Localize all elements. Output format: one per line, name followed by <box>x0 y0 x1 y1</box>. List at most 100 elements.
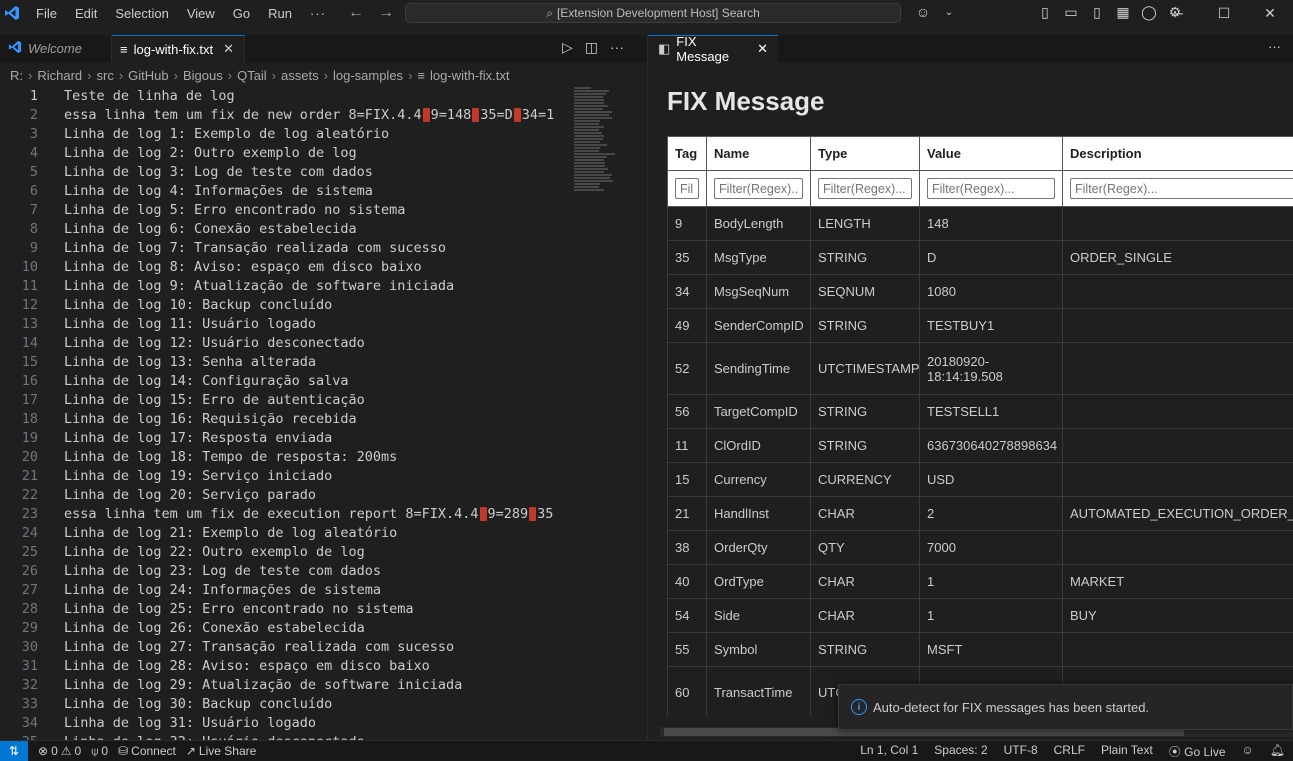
code-line[interactable]: 27 Linha de log 24: Informações de sistem… <box>0 581 572 600</box>
code-line[interactable]: 11 Linha de log 9: Atualização de softwar… <box>0 277 572 296</box>
menu-item[interactable]: ··· <box>310 6 335 21</box>
toggle-panel-icon[interactable]: ▭ <box>1062 3 1080 21</box>
close-icon[interactable]: ✕ <box>223 41 234 57</box>
code-line[interactable]: 19 Linha de log 17: Resposta enviada <box>0 429 572 448</box>
menu-item[interactable]: Selection <box>115 6 177 21</box>
filter-input[interactable] <box>818 178 912 199</box>
customize-layout-icon[interactable]: ▦ <box>1114 3 1132 21</box>
breadcrumb-item[interactable]: log-with-fix.txt <box>430 68 509 83</box>
column-header[interactable]: Name <box>706 136 811 171</box>
code-line[interactable]: 25 Linha de log 22: Outro exemplo de log <box>0 543 572 562</box>
menu-item[interactable]: File <box>36 6 66 21</box>
indentation[interactable]: Spaces: 2 <box>934 743 987 760</box>
table-row[interactable]: 9 BodyLength LENGTH 148 <box>667 206 1293 241</box>
connect-button[interactable]: ⛁ Connect <box>118 744 176 758</box>
table-row[interactable]: 49 SenderCompID STRING TESTBUY1 <box>667 308 1293 343</box>
code-line[interactable]: 15 Linha de log 13: Senha alterada <box>0 353 572 372</box>
table-row[interactable]: 34 MsgSeqNum SEQNUM 1080 <box>667 274 1293 309</box>
code-line[interactable]: 5 Linha de log 3: Log de teste com dados <box>0 163 572 182</box>
code-line[interactable]: 33 Linha de log 30: Backup concluído <box>0 695 572 714</box>
menu-item[interactable]: Edit <box>75 6 106 21</box>
cursor-position[interactable]: Ln 1, Col 1 <box>860 743 918 760</box>
table-row[interactable]: 38 OrderQty QTY 7000 <box>667 530 1293 565</box>
breadcrumb-item[interactable]: log-samples <box>333 68 403 83</box>
language-mode[interactable]: Plain Text <box>1101 743 1153 760</box>
notification-toast[interactable]: i Auto-detect for FIX messages has been … <box>838 684 1293 730</box>
code-line[interactable]: 7 Linha de log 5: Erro encontrado no sist… <box>0 201 572 220</box>
minimize-icon[interactable]: ─ <box>1155 0 1201 26</box>
code-line[interactable]: 20 Linha de log 18: Tempo de resposta: 20… <box>0 448 572 467</box>
code-line[interactable]: 17 Linha de log 15: Erro de autenticação <box>0 391 572 410</box>
tab-log-with-fix[interactable]: ≡ log-with-fix.txt ✕ <box>112 35 245 62</box>
close-window-icon[interactable]: ✕ <box>1247 0 1293 26</box>
table-row[interactable]: 21 HandlInst CHAR 2 AUTOMATED_EXECUTION_ORDE… <box>667 496 1293 531</box>
table-row[interactable]: 40 OrdType CHAR 1 MARKET <box>667 564 1293 599</box>
breadcrumb-item[interactable]: Bigous <box>183 68 223 83</box>
forward-arrow-icon[interactable]: → <box>378 4 394 22</box>
breadcrumb-item[interactable]: src <box>96 68 113 83</box>
breadcrumb-item[interactable]: R: <box>10 68 23 83</box>
code-line[interactable]: 22 Linha de log 20: Serviço parado <box>0 486 572 505</box>
code-line[interactable]: 28 Linha de log 25: Erro encontrado no si… <box>0 600 572 619</box>
command-center[interactable]: ⌕ [Extension Development Host] Search <box>405 3 901 23</box>
code-line[interactable]: 2 essa linha tem um fix de new order 8=FI… <box>0 106 572 125</box>
chevron-down-icon[interactable]: ⌄ <box>940 3 958 21</box>
code-line[interactable]: 13 Linha de log 11: Usuário logado <box>0 315 572 334</box>
code-line[interactable]: 14 Linha de log 12: Usuário desconectado <box>0 334 572 353</box>
breadcrumb-item[interactable]: QTail <box>237 68 267 83</box>
code-line[interactable]: 21 Linha de log 19: Serviço iniciado <box>0 467 572 486</box>
copilot-icon[interactable]: ☺ <box>1242 743 1254 760</box>
run-icon[interactable]: ▷ <box>562 39 573 56</box>
code-line[interactable]: 32 Linha de log 29: Atualização de softwa… <box>0 676 572 695</box>
filter-input[interactable] <box>714 178 803 199</box>
code-line[interactable]: 35 Linha de log 32: Usuário desconectado <box>0 733 572 740</box>
breadcrumb-item[interactable]: GitHub <box>128 68 168 83</box>
more-actions-icon[interactable]: ··· <box>610 39 624 56</box>
code-line[interactable]: 31 Linha de log 28: Aviso: espaço em disc… <box>0 657 572 676</box>
code-line[interactable]: 29 Linha de log 26: Conexão estabelecida <box>0 619 572 638</box>
live-share-button[interactable]: ↗ Live Share <box>186 744 256 758</box>
code-line[interactable]: 4 Linha de log 2: Outro exemplo de log <box>0 144 572 163</box>
minimap[interactable] <box>572 87 642 257</box>
filter-input[interactable] <box>927 178 1055 199</box>
toggle-sidebar-icon[interactable]: ▯ <box>1036 3 1054 21</box>
end-of-line[interactable]: CRLF <box>1054 743 1085 760</box>
breadcrumb-item[interactable]: assets <box>281 68 319 83</box>
editor-group-divider[interactable] <box>647 35 648 740</box>
column-header[interactable]: Value <box>919 136 1063 171</box>
code-line[interactable]: 16 Linha de log 14: Configuração salva <box>0 372 572 391</box>
code-line[interactable]: 1 Teste de linha de log <box>0 87 572 106</box>
go-live-button[interactable]: ⦿ Go Live <box>1169 743 1226 760</box>
encoding[interactable]: UTF-8 <box>1004 743 1038 760</box>
code-line[interactable]: 3 Linha de log 1: Exemplo de log aleatóri… <box>0 125 572 144</box>
split-editor-icon[interactable]: ◫ <box>585 39 598 56</box>
code-line[interactable]: 24 Linha de log 21: Exemplo de log aleató… <box>0 524 572 543</box>
table-row[interactable]: 55 Symbol STRING MSFT <box>667 632 1293 667</box>
column-header[interactable]: Type <box>810 136 920 171</box>
code-line[interactable]: 30 Linha de log 27: Transação realizada c… <box>0 638 572 657</box>
column-header[interactable]: Description <box>1062 136 1293 171</box>
toggle-secondary-sidebar-icon[interactable]: ▯ <box>1088 3 1106 21</box>
table-row[interactable]: 11 ClOrdID STRING 636730640278898634 <box>667 428 1293 463</box>
table-row[interactable]: 56 TargetCompID STRING TESTSELL1 <box>667 394 1293 429</box>
code-line[interactable]: 10 Linha de log 8: Aviso: espaço em disco… <box>0 258 572 277</box>
code-line[interactable]: 8 Linha de log 6: Conexão estabelecida <box>0 220 572 239</box>
breadcrumb-item[interactable]: Richard <box>37 68 82 83</box>
code-line[interactable]: 6 Linha de log 4: Informações de sistema <box>0 182 572 201</box>
code-line[interactable]: 26 Linha de log 23: Log de teste com dado… <box>0 562 572 581</box>
code-line[interactable]: 18 Linha de log 16: Requisição recebida <box>0 410 572 429</box>
maximize-icon[interactable]: ☐ <box>1201 0 1247 26</box>
menu-item[interactable]: View <box>187 6 224 21</box>
remote-indicator-icon[interactable]: ⇅ <box>0 740 28 761</box>
table-row[interactable]: 35 MsgType STRING D ORDER_SINGLE <box>667 240 1293 275</box>
table-row[interactable]: 15 Currency CURRENCY USD <box>667 462 1293 497</box>
problems-indicator[interactable]: ⊗ 0 ⚠ 0 <box>38 744 81 758</box>
bell-icon[interactable]: 🔔︎ <box>1270 743 1285 760</box>
code-editor[interactable]: 1 Teste de linha de log 2 essa linha tem um… <box>0 87 572 740</box>
filter-input[interactable] <box>675 178 699 199</box>
tab-welcome[interactable]: Welcome <box>0 35 112 62</box>
back-arrow-icon[interactable]: ← <box>348 4 364 22</box>
column-header[interactable]: Tag <box>667 136 707 171</box>
code-line[interactable]: 34 Linha de log 31: Usuário logado <box>0 714 572 733</box>
ports-indicator[interactable]: ⍦ 0 <box>91 744 108 759</box>
